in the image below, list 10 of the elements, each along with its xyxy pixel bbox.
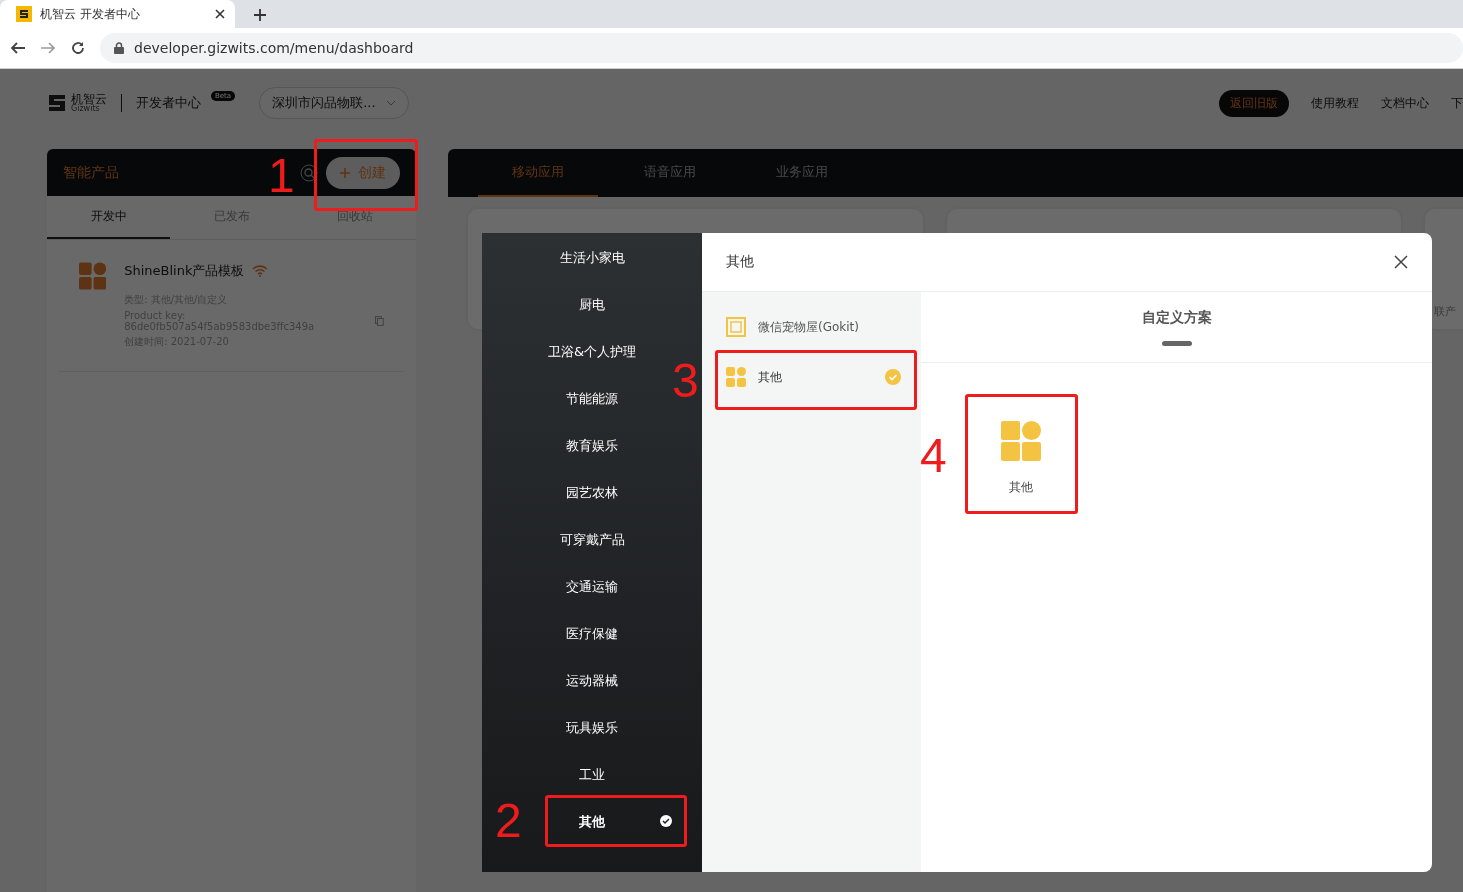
- logo-text: 机智云: [71, 93, 107, 105]
- panel-title: 智能产品: [63, 163, 119, 182]
- logo-subtext: Gizwits: [71, 105, 100, 113]
- step-number: 1: [268, 152, 295, 200]
- step-number: 3: [672, 357, 699, 405]
- dialog-title: 其他: [726, 253, 755, 271]
- portal-title: 开发者中心: [136, 94, 201, 112]
- step-number: 2: [495, 797, 522, 845]
- tab-title: 机智云 开发者中心: [40, 5, 141, 23]
- step-number: 4: [920, 432, 947, 480]
